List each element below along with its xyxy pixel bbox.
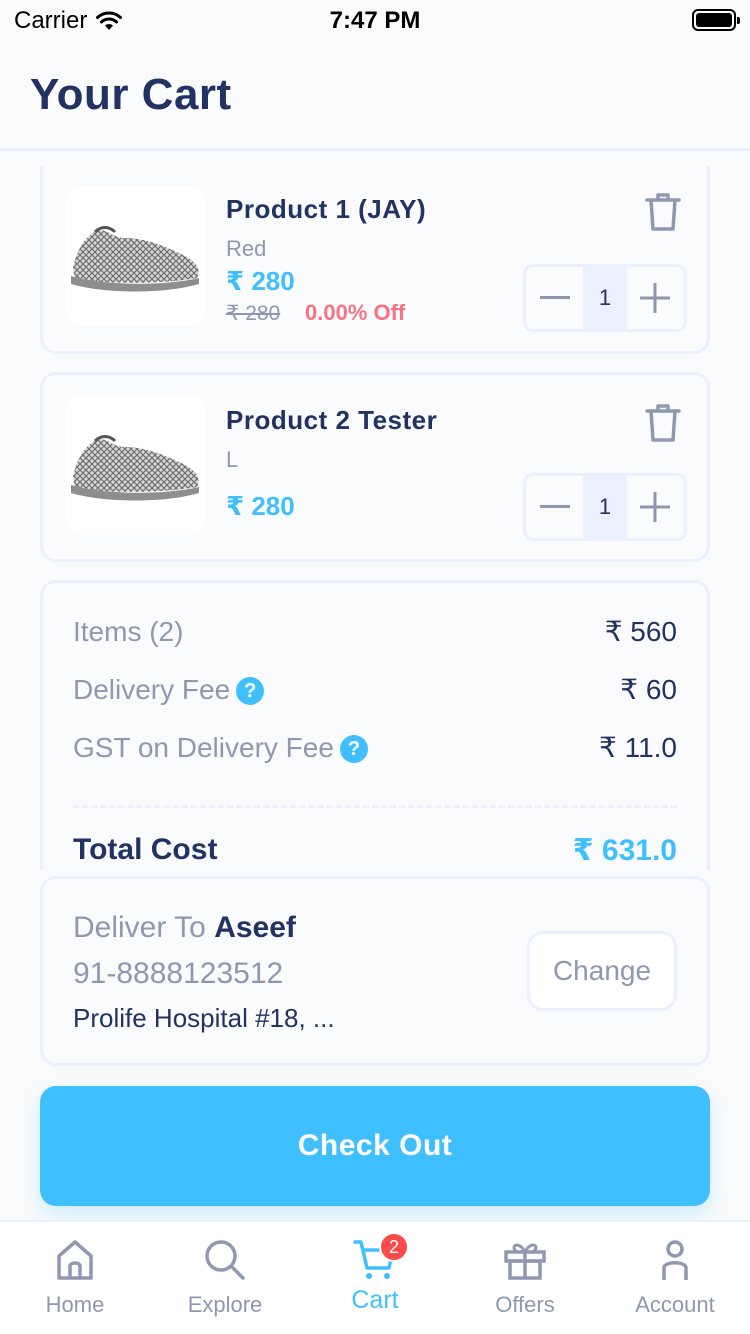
minus-icon: [539, 296, 570, 299]
quantity-stepper: 1: [523, 264, 687, 332]
cart-icon: 2: [353, 1232, 409, 1282]
product-price: ₹ 280: [226, 266, 295, 296]
search-icon: [203, 1238, 247, 1282]
decrease-button[interactable]: [526, 267, 583, 329]
home-icon: [53, 1238, 97, 1282]
gst-label: GST on Delivery Fee: [73, 731, 334, 763]
items-value: ₹ 560: [604, 616, 677, 647]
tab-account[interactable]: Account: [600, 1222, 750, 1334]
tab-label: Account: [635, 1292, 715, 1317]
tab-label: Offers: [495, 1292, 555, 1317]
delivery-address: Prolife Hospital #18, ...: [73, 1003, 335, 1033]
decrease-button[interactable]: [526, 476, 583, 538]
total-label: Total Cost: [73, 833, 218, 866]
original-price: ₹ 280: [226, 302, 281, 325]
total-row: Total Cost ₹ 631.0: [73, 833, 677, 868]
clock: 7:47 PM: [329, 7, 421, 34]
gst-value: ₹ 11.0: [598, 732, 677, 763]
cart-item: Product 1 (JAY) Red ₹ 280 ₹ 280 0.00% Of…: [40, 166, 710, 354]
product-variant: L: [226, 447, 239, 472]
quantity-value: 1: [583, 476, 627, 538]
battery-icon: [692, 9, 740, 31]
user-icon: [653, 1238, 697, 1282]
minus-icon: [539, 505, 570, 508]
tab-label: Cart: [351, 1286, 399, 1314]
gst-label-group: GST on Delivery Fee?: [73, 732, 368, 764]
delivery-fee-row: Delivery Fee? ₹ 60: [73, 673, 677, 706]
gift-icon: [503, 1238, 547, 1282]
plus-icon: [640, 283, 671, 313]
status-bar: Carrier 7:47 PM: [0, 0, 750, 40]
trash-icon[interactable]: [645, 192, 681, 232]
recipient-name: Aseef: [214, 911, 296, 944]
product-image[interactable]: [65, 395, 205, 535]
product-image[interactable]: [65, 186, 205, 326]
recipient-phone: 91-8888123512: [73, 957, 284, 990]
checkout-button[interactable]: Check Out: [40, 1086, 710, 1206]
product-variant: Red: [226, 236, 267, 261]
help-icon[interactable]: ?: [236, 677, 265, 706]
delivery-fee-label: Delivery Fee: [73, 673, 231, 705]
deliver-to-label: Deliver To: [73, 911, 206, 944]
shoe-image: [71, 226, 199, 292]
trash-icon[interactable]: [645, 403, 681, 443]
total-value: ₹ 631.0: [572, 834, 677, 867]
items-row: Items (2) ₹ 560: [73, 615, 677, 648]
cart-badge: 2: [379, 1232, 409, 1262]
help-icon[interactable]: ?: [339, 735, 368, 764]
tab-offers[interactable]: Offers: [450, 1222, 600, 1334]
deliver-to: Deliver To Aseef: [73, 911, 296, 945]
increase-button[interactable]: [627, 476, 684, 538]
tab-label: Home: [45, 1292, 105, 1317]
tab-cart[interactable]: 2 Cart: [300, 1222, 450, 1334]
page-title: Your Cart: [30, 70, 232, 119]
bottom-tab-bar: Home Explore 2 Cart Offers Account: [0, 1220, 750, 1334]
change-address-button[interactable]: Change: [527, 931, 677, 1011]
quantity-value: 1: [583, 267, 627, 329]
delivery-fee-label-group: Delivery Fee?: [73, 673, 265, 706]
order-summary: Items (2) ₹ 560 Delivery Fee? ₹ 60 GST o…: [40, 580, 710, 870]
tab-explore[interactable]: Explore: [150, 1222, 300, 1334]
header: Your Cart: [0, 40, 750, 151]
items-label: Items (2): [73, 615, 184, 647]
cart-item: Product 2 Tester L ₹ 280 1: [40, 372, 710, 562]
divider: [73, 805, 677, 808]
product-name[interactable]: Product 1 (JAY): [226, 194, 426, 225]
delivery-fee-value: ₹ 60: [620, 674, 677, 705]
increase-button[interactable]: [627, 267, 684, 329]
discount-label: 0.00% Off: [305, 300, 406, 325]
tab-home[interactable]: Home: [0, 1222, 150, 1334]
tab-label: Explore: [187, 1292, 263, 1317]
gst-row: GST on Delivery Fee? ₹ 11.0: [73, 731, 677, 764]
quantity-stepper: 1: [523, 473, 687, 541]
plus-icon: [640, 492, 671, 522]
product-name[interactable]: Product 2 Tester: [226, 405, 437, 436]
delivery-address-card: Deliver To Aseef 91-8888123512 Prolife H…: [40, 876, 710, 1066]
product-price: ₹ 280: [226, 491, 295, 521]
shoe-image: [71, 435, 199, 501]
